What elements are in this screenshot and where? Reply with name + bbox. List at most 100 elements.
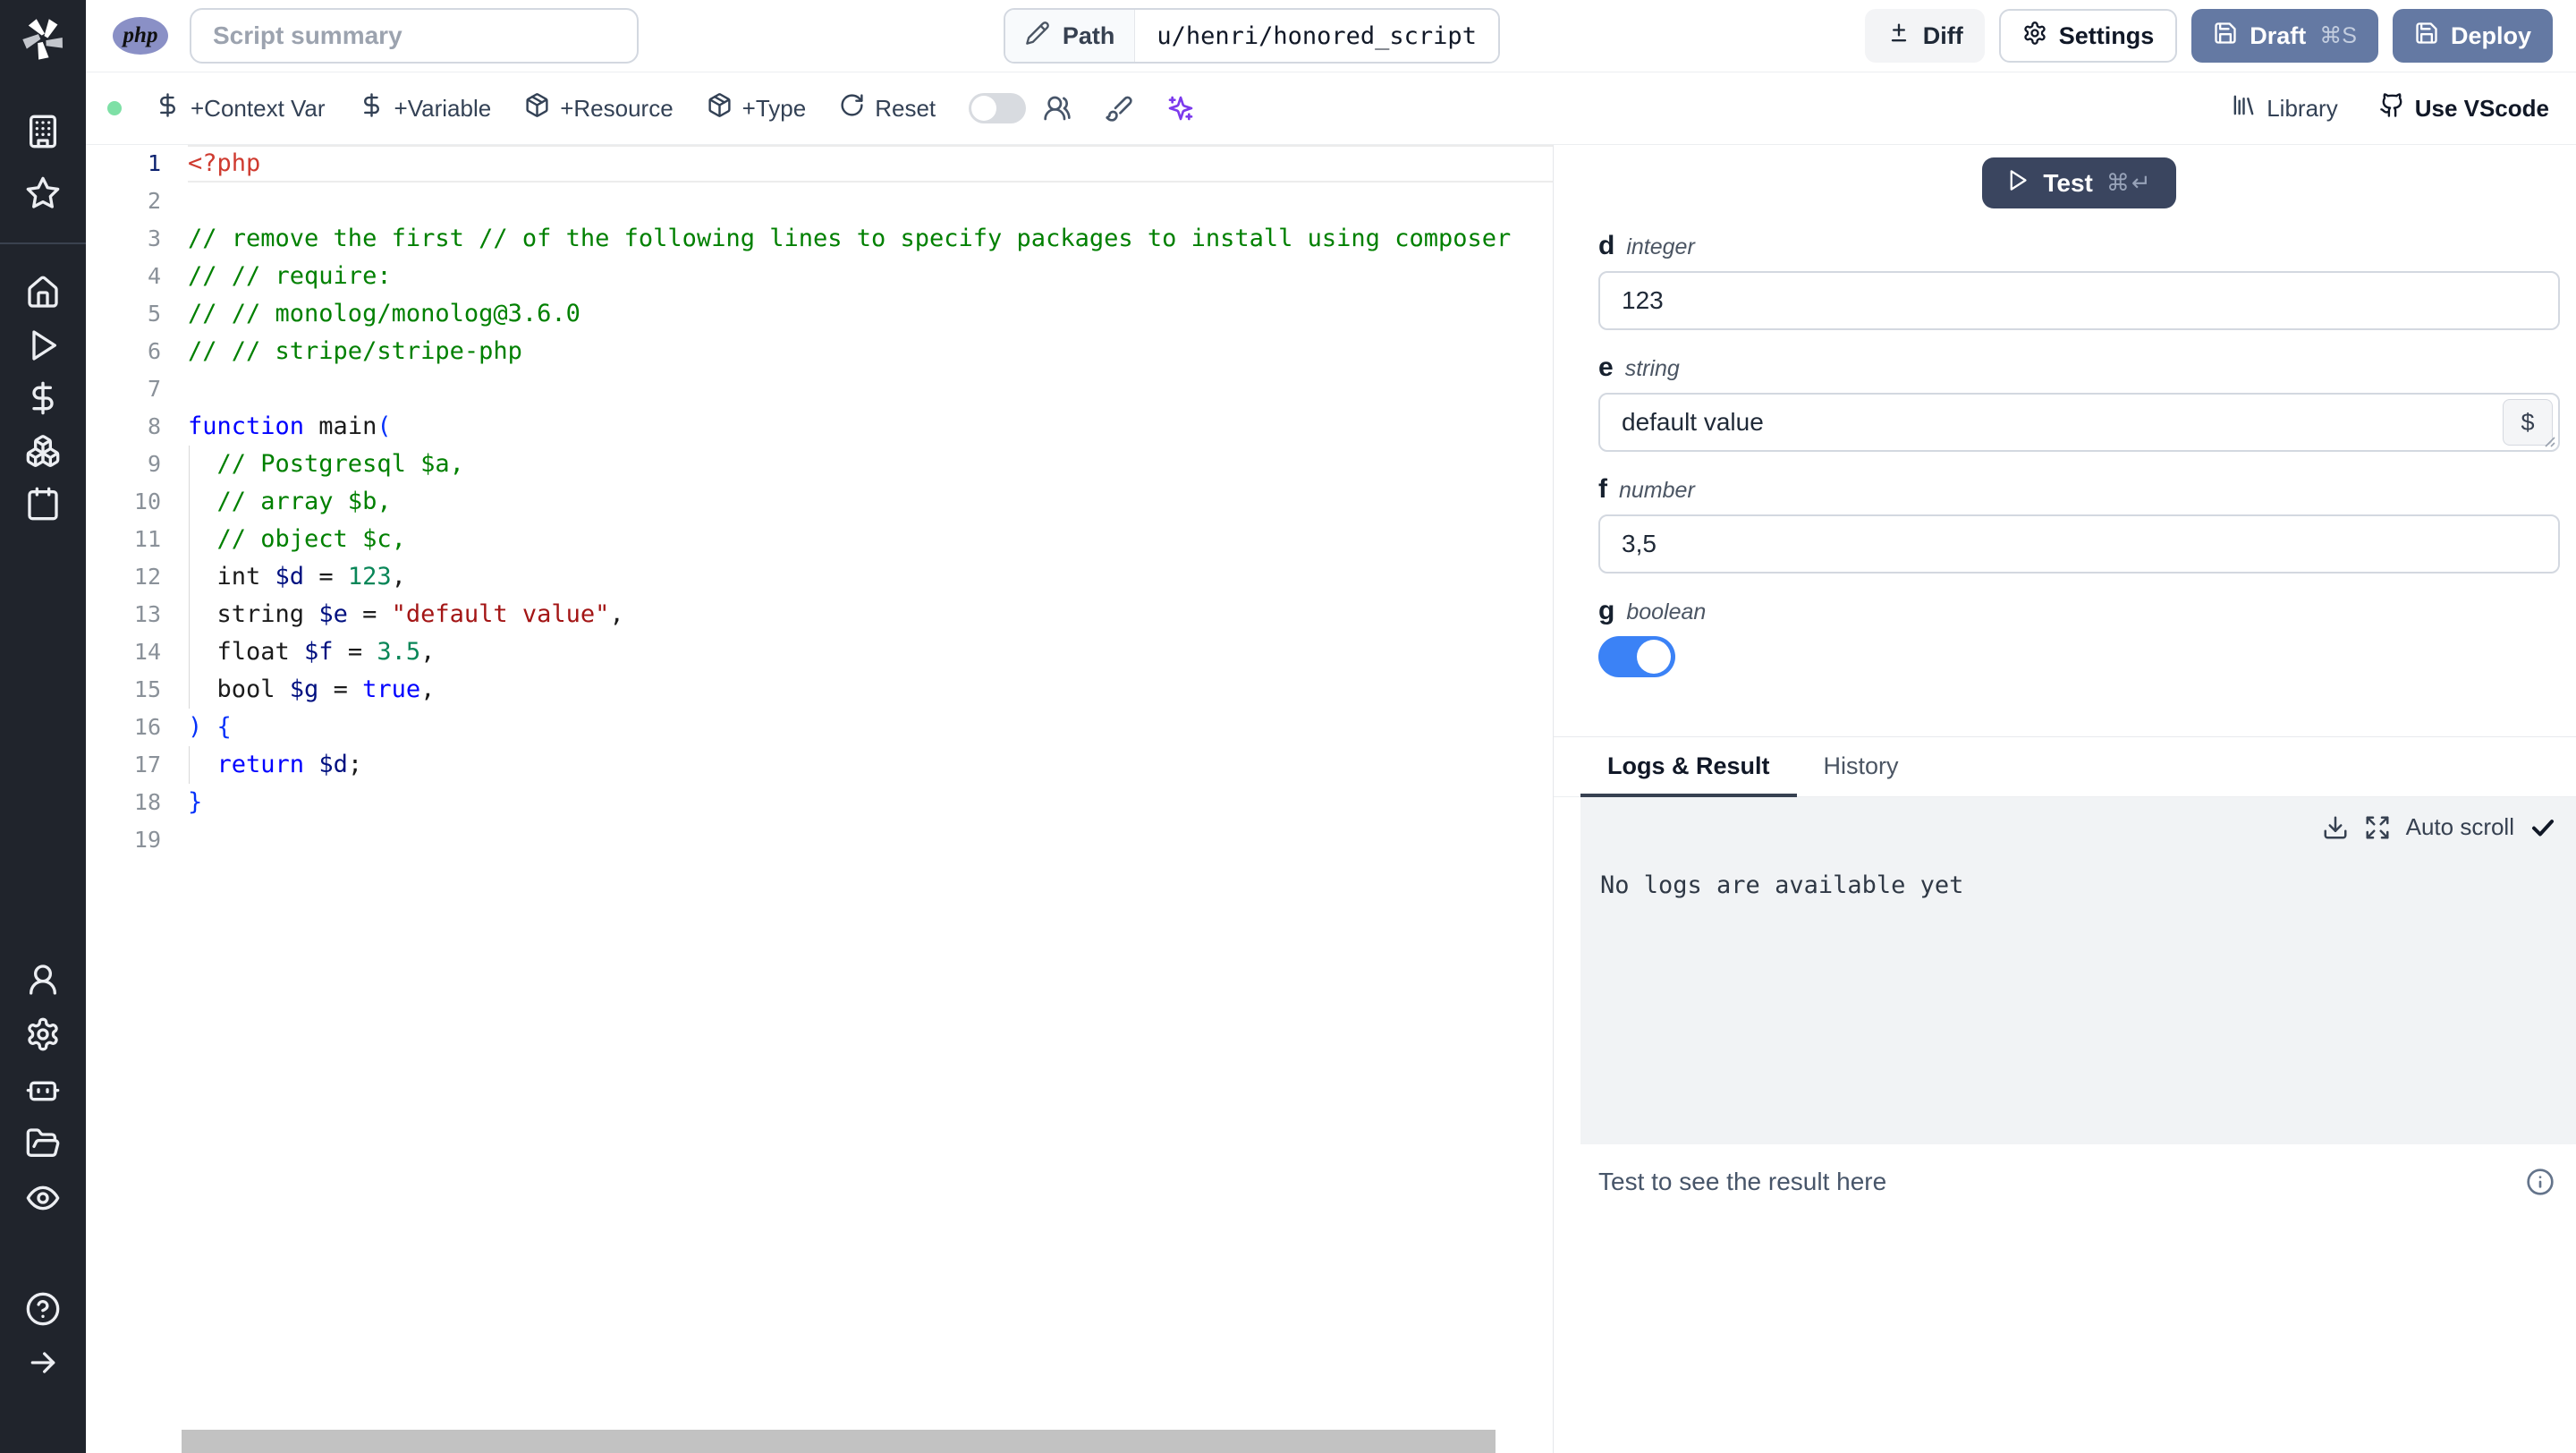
dollar-icon (155, 92, 181, 124)
script-summary-input[interactable] (190, 8, 639, 64)
test-button[interactable]: Test ⌘↵ (1982, 157, 2176, 208)
e-input[interactable]: default value $ (1598, 393, 2560, 452)
g-toggle[interactable] (1598, 636, 1675, 677)
field-name: d (1598, 231, 1615, 260)
autoscroll-check-icon[interactable] (2529, 814, 2556, 841)
field-name: f (1598, 474, 1607, 504)
info-icon[interactable] (2526, 1168, 2555, 1196)
code-line-12[interactable]: 12 int $d = 123, (86, 558, 1553, 596)
eye-icon[interactable] (24, 1179, 62, 1217)
code-line-14[interactable]: 14 float $f = 3.5, (86, 633, 1553, 671)
code-line-3[interactable]: 3 // remove the first // of the following… (86, 220, 1553, 258)
code-editor[interactable]: 1 <?php 2 3 // remove the first // of the fo… (86, 145, 1554, 1453)
code-line-15[interactable]: 15 bool $g = true, (86, 671, 1553, 709)
line-number: 11 (133, 526, 161, 552)
diff-button[interactable]: Diff (1864, 9, 1985, 63)
settings-icon[interactable] (24, 1015, 62, 1053)
code-line-8[interactable]: 8 function main( (86, 408, 1553, 446)
sidebar-group-footer (0, 1290, 86, 1381)
line-number: 6 (147, 338, 161, 364)
code-line-13[interactable]: 13 string $e = "default value", (86, 596, 1553, 633)
package-icon (707, 92, 733, 124)
field-type: integer (1626, 234, 1695, 259)
path-value: u/henri/honored_script (1135, 10, 1498, 62)
code-line-6[interactable]: 6 // // stripe/stripe-php (86, 333, 1553, 370)
use-vscode-button[interactable]: Use VScode (2379, 92, 2549, 124)
code-line-5[interactable]: 5 // // monolog/monolog@3.6.0 (86, 295, 1553, 333)
user-icon[interactable] (24, 961, 62, 998)
result-panel: Test to see the result here (1554, 1144, 2576, 1453)
code-line-1[interactable]: 1 <?php (86, 145, 1553, 183)
sidebar-group-main (0, 274, 86, 523)
code-text: function main( (188, 412, 392, 440)
multiplayer-toggle[interactable] (969, 93, 1027, 123)
help-circle-icon[interactable] (24, 1290, 62, 1328)
code-line-16[interactable]: 16 ) { (86, 709, 1553, 746)
code-line-18[interactable]: 18} (86, 784, 1553, 821)
line-number: 8 (147, 413, 161, 439)
toolbar--type-button[interactable]: +Type (707, 92, 806, 124)
line-number: 4 (147, 263, 161, 289)
draft-shortcut: ⌘S (2319, 23, 2357, 48)
code-text: // // require: (188, 262, 392, 290)
line-number: 17 (133, 752, 161, 777)
code-text: return $d; (188, 746, 1553, 784)
line-number: 3 (147, 225, 161, 251)
field-f: f number 3,5 (1598, 474, 2560, 574)
logs-panel: Auto scroll No logs are available yet (1580, 797, 2576, 1144)
code-line-2[interactable]: 2 (86, 183, 1553, 220)
code-text: ) { (188, 713, 232, 741)
windmill-logo-icon[interactable] (0, 13, 86, 64)
ai-sparkles-icon[interactable] (1166, 94, 1195, 123)
code-text: // object $c, (188, 521, 1553, 558)
library-button[interactable]: Library (2231, 92, 2338, 124)
calendar-icon[interactable] (24, 485, 62, 523)
draft-button[interactable]: Draft ⌘S (2191, 9, 2378, 63)
folder-open-icon[interactable] (24, 1125, 62, 1162)
save-icon (2213, 21, 2238, 52)
tab-logs-result[interactable]: Logs & Result (1580, 737, 1797, 798)
format-brush-icon[interactable] (1105, 94, 1133, 123)
edit-path-button[interactable]: Path (1004, 10, 1136, 62)
pencil-icon (1025, 21, 1050, 52)
code-line-7[interactable]: 7 (86, 370, 1553, 408)
line-number: 7 (147, 376, 161, 402)
deploy-button[interactable]: Deploy (2392, 9, 2553, 63)
star-icon[interactable] (24, 174, 62, 212)
bot-icon[interactable] (24, 1070, 62, 1108)
line-number: 16 (133, 714, 161, 740)
toolbar--resource-button[interactable]: +Resource (524, 92, 674, 124)
resize-handle[interactable] (2540, 432, 2556, 448)
download-logs-icon[interactable] (2322, 814, 2349, 841)
code-text: string $e = "default value", (188, 596, 1553, 633)
library-icon (2231, 92, 2257, 124)
code-line-10[interactable]: 10 // array $b, (86, 483, 1553, 521)
horizontal-scrollbar[interactable] (182, 1430, 1496, 1453)
play-icon[interactable] (24, 327, 62, 364)
arrow-right-icon[interactable] (24, 1344, 62, 1381)
users-icon[interactable] (1043, 94, 1072, 123)
code-line-17[interactable]: 17 return $d; (86, 746, 1553, 784)
settings-button[interactable]: Settings (1998, 9, 2178, 63)
code-line-4[interactable]: 4 // // require: (86, 258, 1553, 295)
tab-history[interactable]: History (1797, 737, 1926, 796)
dollar-icon[interactable] (24, 379, 62, 417)
code-line-19[interactable]: 19 (86, 821, 1553, 859)
code-line-9[interactable]: 9 // Postgresql $a, (86, 446, 1553, 483)
expand-logs-icon[interactable] (2364, 814, 2391, 841)
toolbar-reset-button[interactable]: Reset (839, 92, 936, 124)
autoscroll-label[interactable]: Auto scroll (2406, 813, 2514, 841)
code-line-11[interactable]: 11 // object $c, (86, 521, 1553, 558)
top-header: php Path u/henri/honored_script Diff Set… (86, 0, 2576, 72)
toolbar--context-var-button[interactable]: +Context Var (155, 92, 326, 124)
f-input[interactable]: 3,5 (1598, 514, 2560, 574)
field-e: e string default value $ (1598, 353, 2560, 452)
toolbar--variable-button[interactable]: +Variable (359, 92, 491, 124)
home-icon[interactable] (24, 274, 62, 311)
d-input[interactable]: 123 (1598, 271, 2560, 330)
code-text: // // monolog/monolog@3.6.0 (188, 300, 580, 327)
building-icon[interactable] (24, 113, 62, 150)
code-text: } (188, 788, 203, 816)
boxes-icon[interactable] (24, 432, 62, 470)
